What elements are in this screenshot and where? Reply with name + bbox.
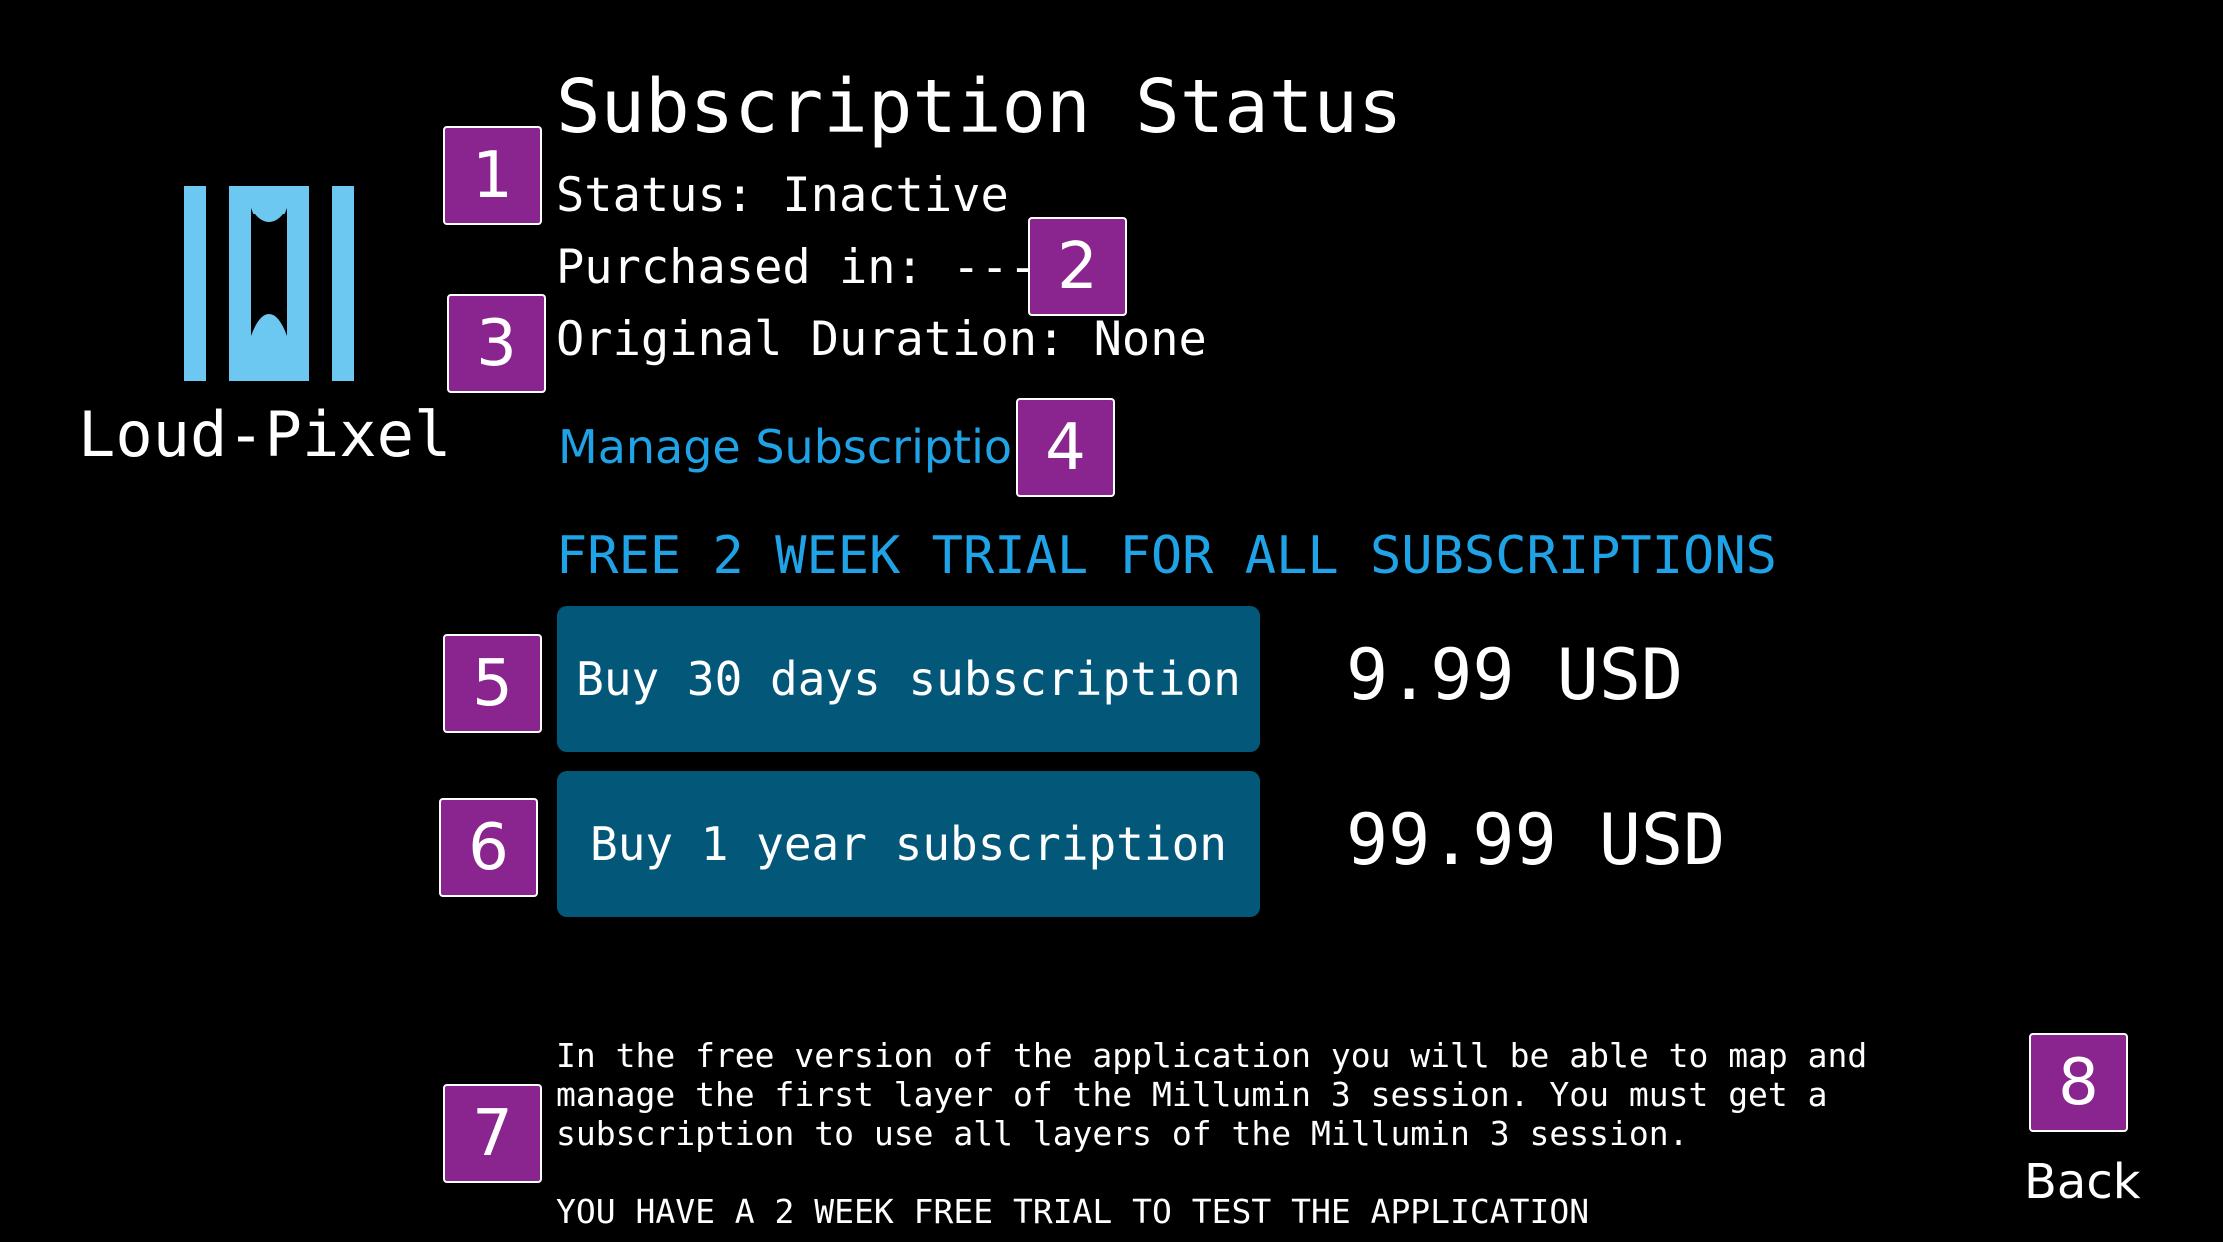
free-trial-note: YOU HAVE A 2 WEEK FREE TRIAL TO TEST THE… (556, 1192, 1590, 1231)
status-text: Status: Inactive (556, 168, 1009, 223)
buy-30-days-button[interactable]: Buy 30 days subscription (557, 606, 1260, 752)
annotation-badge-4: 4 (1016, 398, 1115, 497)
manage-subscription-link[interactable]: Manage Subscription (558, 420, 1041, 474)
buy-1-year-button[interactable]: Buy 1 year subscription (557, 771, 1260, 917)
annotation-badge-8: 8 (2029, 1033, 2128, 1132)
original-duration-text: Original Duration: None (556, 312, 1207, 367)
purchased-text: Purchased in: --- (556, 240, 1038, 295)
page-title: Subscription Status (556, 64, 1403, 150)
annotation-badge-5: 5 (443, 634, 542, 733)
annotation-badge-3: 3 (447, 294, 546, 393)
annotation-badge-6: 6 (439, 798, 538, 897)
subscription-page: Loud-Pixel Subscription Status Status: I… (0, 0, 2223, 1242)
loud-pixel-logo-icon (184, 186, 354, 381)
annotation-badge-7: 7 (443, 1084, 542, 1183)
price-1-year: 99.99 USD (1346, 799, 1726, 881)
brand-name: Loud-Pixel (78, 398, 452, 471)
annotation-badge-2: 2 (1028, 217, 1127, 316)
brand-logo: Loud-Pixel (60, 180, 480, 480)
free-trial-banner: FREE 2 WEEK TRIAL FOR ALL SUBSCRIPTIONS (556, 526, 1777, 586)
price-30-days: 9.99 USD (1346, 634, 1684, 716)
back-button[interactable]: Back (2024, 1154, 2141, 1210)
free-version-info: In the free version of the application y… (556, 1036, 1868, 1153)
annotation-badge-1: 1 (443, 126, 542, 225)
